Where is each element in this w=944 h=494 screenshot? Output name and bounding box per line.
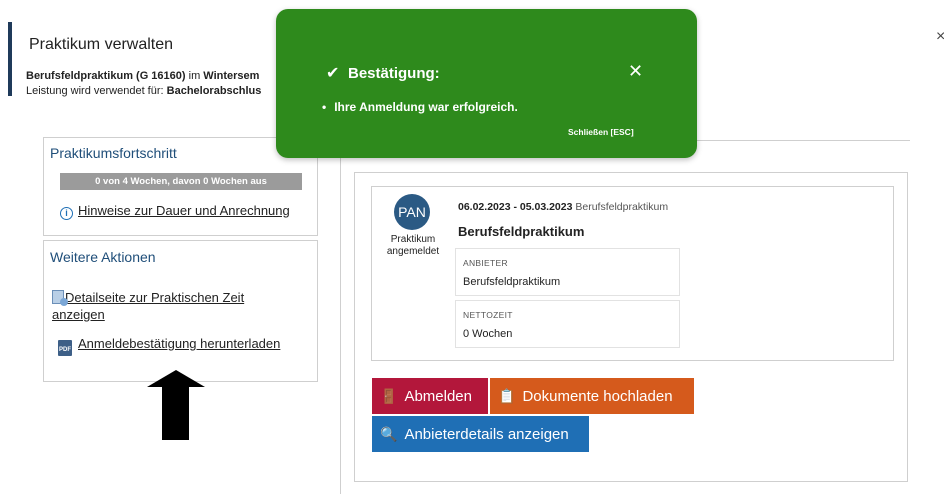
- net-time-field-value: 0 Wochen: [463, 328, 513, 340]
- checkmark-icon: ✔: [326, 65, 340, 82]
- upload-documents-button-label: Dokumente hochladen: [522, 388, 673, 405]
- status-label: Praktikum angemeldet: [386, 234, 440, 257]
- course-info: Berufsfeldpraktikum (G 16160) im Winters…: [26, 70, 259, 82]
- provider-details-button-label: Anbieterdetails anzeigen: [404, 426, 569, 443]
- close-icon[interactable]: ×: [936, 28, 944, 46]
- duration-info-link-label[interactable]: Hinweise zur Dauer und Anrechnung: [78, 203, 290, 218]
- usage-info: Leistung wird verwendet für: Bachelorabs…: [26, 85, 261, 97]
- unregister-button[interactable]: 🚪 Abmelden: [372, 378, 488, 414]
- toast-title: Bestätigung:: [348, 65, 440, 82]
- date-range: 06.02.2023 - 05.03.2023: [458, 201, 573, 213]
- arrow-up-icon: [147, 370, 205, 387]
- toast-close-icon[interactable]: ✕: [628, 61, 643, 82]
- detail-page-link[interactable]: Detailseite zur Praktischen Zeit anzeige…: [52, 289, 282, 323]
- upload-documents-button[interactable]: 📋 Dokumente hochladen: [490, 378, 694, 414]
- provider-field-value: Berufsfeldpraktikum: [463, 276, 561, 288]
- course-name: Berufsfeldpraktikum (G 16160): [26, 70, 186, 82]
- progress-text: 0 von 4 Wochen, davon 0 Wochen aus: [95, 176, 267, 187]
- download-confirmation-link[interactable]: PDF Anmeldebestätigung herunterladen: [58, 335, 280, 356]
- duration-info-link[interactable]: i Hinweise zur Dauer und Anrechnung: [60, 202, 290, 220]
- date-line: 06.02.2023 - 05.03.2023 Berufsfeldprakti…: [458, 201, 668, 213]
- unregister-button-label: Abmelden: [404, 388, 472, 405]
- toast-message: Ihre Anmeldung war erfolgreich.: [322, 100, 518, 114]
- net-time-field: NETTOZEIT 0 Wochen: [455, 300, 680, 348]
- header-accent-bar: [8, 22, 12, 96]
- actions-panel-title: Weitere Aktionen: [50, 249, 156, 265]
- document-search-icon: [52, 290, 68, 306]
- pdf-icon: PDF: [58, 340, 72, 356]
- provider-field: ANBIETER Berufsfeldpraktikum: [455, 248, 680, 296]
- course-semester: Wintersem: [203, 70, 260, 82]
- actions-panel: Weitere Aktionen Detailseite zur Praktis…: [43, 240, 318, 382]
- arrow-shaft: [162, 386, 189, 440]
- course-info-connector: im: [185, 70, 204, 82]
- provider-field-label: ANBIETER: [463, 258, 508, 268]
- entry-title: Berufsfeldpraktikum: [458, 224, 585, 239]
- progress-panel-title: Praktikumsfortschritt: [50, 145, 177, 161]
- net-time-field-label: NETTOZEIT: [463, 310, 513, 320]
- usage-label: Leistung wird verwendet für:: [26, 85, 167, 97]
- usage-value: Bachelorabschlus: [166, 85, 262, 97]
- avatar: PAN: [394, 194, 430, 230]
- toast-close-hint[interactable]: Schließen [ESC]: [568, 127, 634, 137]
- progress-bar: 0 von 4 Wochen, davon 0 Wochen aus: [60, 173, 302, 190]
- download-confirmation-link-label[interactable]: Anmeldebestätigung herunterladen: [78, 336, 280, 351]
- provider-details-button[interactable]: 🔍 Anbieterdetails anzeigen: [372, 416, 589, 452]
- date-type: Berufsfeldpraktikum: [575, 201, 669, 213]
- page-title: Praktikum verwalten: [29, 36, 174, 53]
- success-toast: ✔ Bestätigung: ✕ Ihre Anmeldung war erfo…: [276, 9, 697, 158]
- magnifier-icon: 🔍: [380, 426, 398, 442]
- detail-page-link-label[interactable]: Detailseite zur Praktischen Zeit anzeige…: [52, 290, 244, 322]
- exit-door-icon: 🚪: [380, 388, 398, 404]
- info-icon: i: [60, 207, 73, 220]
- clipboard-icon: 📋: [498, 388, 516, 404]
